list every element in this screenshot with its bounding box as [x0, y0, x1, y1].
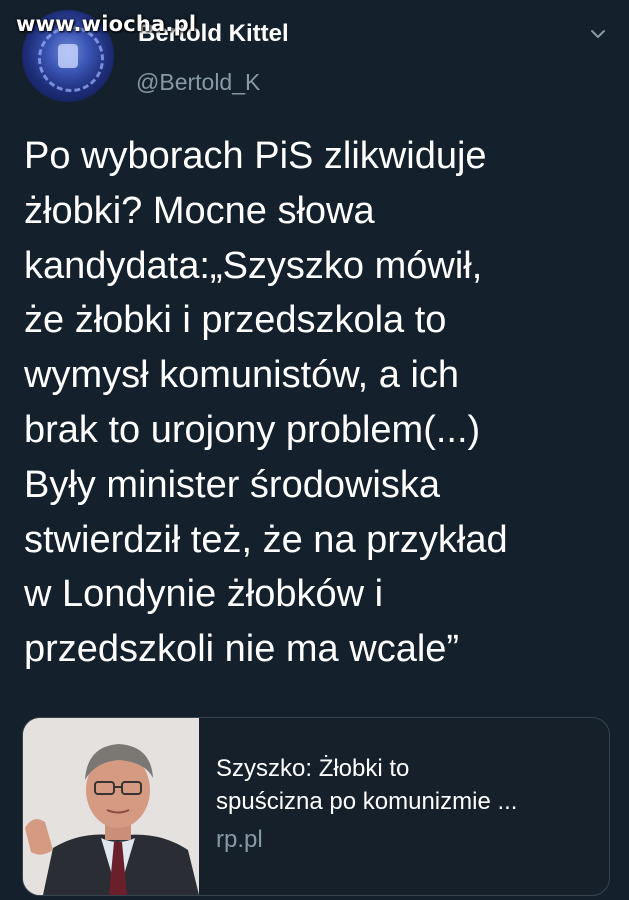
tweet-line: kandydata:„Szyszko mówił, — [24, 244, 483, 287]
link-domain: rp.pl — [216, 826, 263, 853]
tweet-line: w Londynie żłobków i — [24, 573, 384, 616]
chevron-down-icon[interactable] — [588, 24, 608, 44]
tweet-line: Były minister środowiska — [24, 463, 440, 506]
tweet-body: Po wyborach PiS zlikwiduje żłobki? Mocne… — [24, 129, 614, 677]
person-photo-icon — [23, 718, 199, 895]
tweet-line: wymysł komunistów, a ich — [24, 354, 460, 397]
link-text: Szyszko: Żłobki to spuścizna po komunizm… — [216, 752, 596, 858]
tweet-line: przedszkoli nie ma wcale” — [24, 628, 460, 671]
tweet-line: stwierdził też, że na przykład — [24, 518, 508, 561]
tweet-screenshot: www.wiocha.pl Bertold Kittel @Bertold_K … — [0, 0, 629, 900]
link-thumbnail — [23, 718, 199, 895]
tweet-line: że żłobki i przedszkola to — [24, 299, 447, 342]
watermark: www.wiocha.pl — [16, 12, 197, 36]
link-title-line: spuścizna po komunizmie ... — [216, 788, 518, 815]
link-title-line: Szyszko: Żłobki to — [216, 755, 410, 782]
author-handle[interactable]: @Bertold_K — [136, 69, 260, 96]
link-preview-card[interactable]: Szyszko: Żłobki to spuścizna po komunizm… — [22, 717, 610, 896]
tweet-line: brak to urojony problem(...) — [24, 408, 481, 451]
tweet-line: żłobki? Mocne słowa — [24, 189, 375, 232]
avatar-figure — [58, 44, 78, 68]
tweet-line: Po wyborach PiS zlikwiduje — [24, 135, 487, 177]
